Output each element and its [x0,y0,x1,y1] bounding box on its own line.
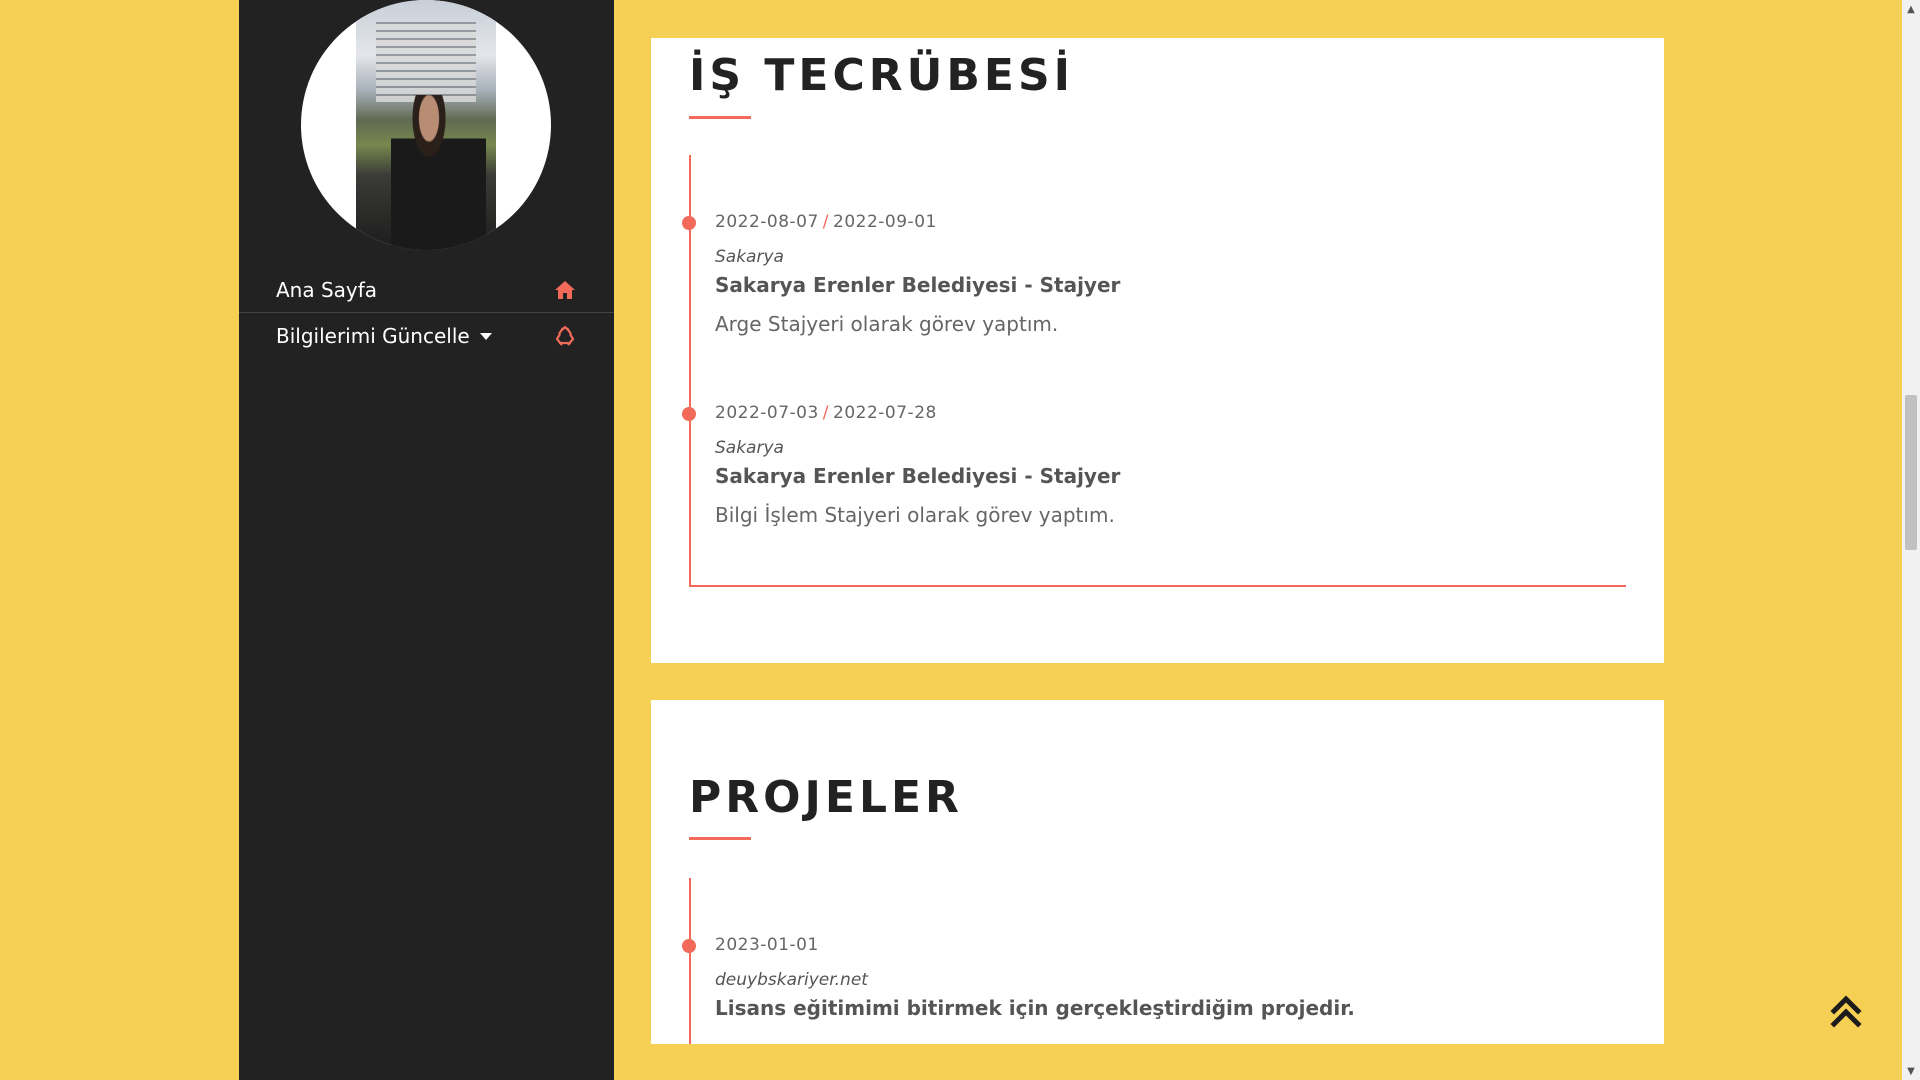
timeline-dot [682,939,696,953]
profile-avatar [301,0,551,250]
projects-title-underline [689,837,751,840]
recycle-icon [553,324,577,348]
nav-item-home-label: Ana Sayfa [276,277,378,302]
project-description: Lisans eğitimimi bitirmek için gerçekleş… [715,996,1355,1020]
home-icon [553,278,577,302]
caret-down-icon [479,332,492,340]
projects-timeline: 2023-01-01 deuybskariyer.net Lisans eğit… [682,878,1626,1044]
nav-item-home[interactable]: Ana Sayfa [239,267,614,313]
experience-date: 2022-08-07/2022-09-01 [715,212,937,232]
experience-date: 2022-07-03/2022-07-28 [715,403,937,423]
experience-description: Bilgi İşlem Stajyeri olarak görev yaptım… [715,503,1115,527]
experience-title: İŞ TECRÜBESİ [689,50,1075,101]
experience-description: Arge Stajyeri olarak görev yaptım. [715,312,1059,336]
experience-location: Sakarya [715,438,784,458]
profile-photo [356,0,496,250]
page-scrollbar[interactable]: ▲ ▼ [1902,0,1920,1080]
experience-role: Sakarya Erenler Belediyesi - Stajyer [715,273,1121,297]
project-date: 2023-01-01 [715,935,819,955]
experience-card: İŞ TECRÜBESİ 2022-08-07/2022-09-01 Sakar… [651,38,1664,663]
timeline-dot [682,407,696,421]
back-to-top-button[interactable] [1830,993,1862,1029]
nav-item-update-info[interactable]: Bilgilerimi Güncelle [239,313,614,359]
sidebar: Ana Sayfa Bilgilerimi Güncelle [239,0,614,1080]
projects-card: PROJELER 2023-01-01 deuybskariyer.net Li… [651,700,1664,1044]
experience-role: Sakarya Erenler Belediyesi - Stajyer [715,464,1121,488]
experience-title-underline [689,116,751,119]
timeline-dot [682,216,696,230]
scrollbar-thumb[interactable] [1905,395,1917,550]
double-chevron-up-icon [1830,995,1862,1028]
experience-location: Sakarya [715,247,784,267]
scroll-down-arrow-icon[interactable]: ▼ [1902,1062,1920,1080]
scroll-up-arrow-icon[interactable]: ▲ [1902,0,1920,18]
projects-title: PROJELER [689,772,963,823]
experience-timeline: 2022-08-07/2022-09-01 Sakarya Sakarya Er… [682,155,1626,587]
nav-item-update-info-label: Bilgilerimi Güncelle [276,324,470,348]
project-site: deuybskariyer.net [715,970,868,990]
